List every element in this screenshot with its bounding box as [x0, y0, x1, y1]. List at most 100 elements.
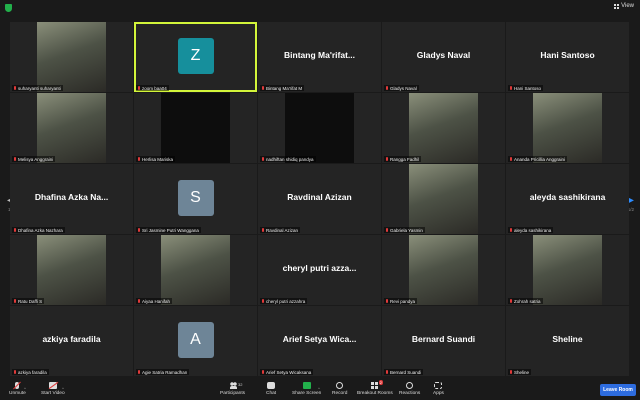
participant-tile[interactable]: A Agie Satria Ramadhan	[134, 306, 257, 376]
participant-display-name: Bintang Ma'rifat...	[284, 50, 355, 60]
participant-video-photo	[37, 235, 106, 305]
participant-tile[interactable]: aleyda sashikirana aleyda sashikirana	[506, 164, 629, 234]
top-bar: View	[0, 0, 640, 16]
participant-video-photo	[533, 235, 602, 305]
participant-name-label: Bernard Suandi	[384, 369, 424, 375]
share-screen-button[interactable]: Share Screen	[292, 382, 321, 396]
participant-tile[interactable]: Ananda Pricillia Anggraini	[506, 93, 629, 163]
record-button[interactable]: Record	[332, 382, 347, 396]
chat-button[interactable]: Chat	[266, 382, 276, 396]
participant-name-text: Gladys Naval	[390, 85, 417, 91]
muted-mic-icon	[138, 86, 140, 90]
apps-icon	[434, 382, 443, 389]
muted-mic-icon	[386, 157, 388, 161]
participant-name-text: nadhiftan shidiq pandya	[266, 156, 314, 162]
muted-mic-icon	[386, 228, 388, 232]
participant-tile[interactable]: S Sri Jasmine Putri Wanggana	[134, 164, 257, 234]
participant-video-photo	[533, 93, 602, 163]
participant-tile[interactable]: Revi pandya	[382, 235, 505, 305]
participant-video-photo	[409, 93, 478, 163]
video-off-icon	[48, 382, 57, 389]
audio-options-caret-icon[interactable]: ^	[24, 386, 26, 391]
participant-tile[interactable]: Dhafina Azka Na... Dhafina Azka Nazhara	[10, 164, 133, 234]
participant-name-label: aleyda sashikirana	[508, 227, 554, 233]
participant-tile[interactable]: Melisya Anggraini	[10, 93, 133, 163]
participant-tile[interactable]: Aiyaa Hanifah	[134, 235, 257, 305]
view-button[interactable]: View	[614, 3, 634, 9]
participant-tile[interactable]: Ravdinal Azizan Ravdinal Azizan	[258, 164, 381, 234]
participant-name-label: Zohrah satria	[508, 298, 543, 304]
participants-icon	[228, 382, 237, 389]
participant-name-label: Rangga Fadhil	[384, 156, 422, 162]
record-label: Record	[332, 391, 348, 396]
chat-label: Chat	[266, 391, 277, 396]
participant-tile[interactable]: Ratu Daffi S	[10, 235, 133, 305]
participant-name-label: suharyanti suharyanti	[12, 85, 63, 91]
participant-name-text: Gabriela Yasmin	[390, 227, 423, 233]
apps-label: Apps	[433, 391, 444, 396]
participant-name-text: Hani Santoso	[514, 85, 542, 91]
participant-name-label: Ratu Daffi S	[12, 298, 45, 304]
participant-tile[interactable]: Zohrah satria	[506, 235, 629, 305]
participant-display-name: Sheline	[552, 334, 583, 344]
participant-name-text: Ananda Pricillia Anggraini	[514, 156, 566, 162]
participant-name-label: zoom baa04	[136, 85, 169, 91]
participant-display-name: aleyda sashikirana	[529, 192, 606, 202]
muted-mic-icon	[138, 228, 140, 232]
participant-tile[interactable]: Zzoom baa04	[134, 22, 257, 92]
participant-tile[interactable]: Bernard Suandi Bernard Suandi	[382, 306, 505, 376]
participant-display-name: Hani Santoso	[540, 50, 595, 60]
muted-mic-icon	[386, 299, 388, 303]
share-options-caret-icon[interactable]: ^	[318, 386, 320, 391]
breakout-rooms-icon: 2	[370, 380, 383, 389]
muted-mic-icon	[510, 228, 512, 232]
participant-video-feed	[285, 93, 354, 163]
participant-name-label: cheryl putri azzahra	[260, 298, 308, 304]
participant-tile[interactable]: Rangga Fadhil	[382, 93, 505, 163]
participant-name-text: Bintang Ma'rifat M	[266, 85, 303, 91]
participant-tile[interactable]: azkiya faradila azkiya faradila	[10, 306, 133, 376]
participant-tile[interactable]: suharyanti suharyanti	[10, 22, 133, 92]
participant-name-text: Ratu Daffi S	[18, 298, 43, 304]
participant-tile[interactable]: Hani Santoso Hani Santoso	[506, 22, 629, 92]
participant-display-name: azkiya faradila	[42, 334, 101, 344]
participant-tile[interactable]: Bintang Ma'rifat... Bintang Ma'rifat M	[258, 22, 381, 92]
participant-name-text: Aiyaa Hanifah	[142, 298, 171, 304]
participant-display-name: Gladys Naval	[416, 50, 471, 60]
apps-button[interactable]: Apps	[433, 382, 444, 396]
participant-tile[interactable]: nadhiftan shidiq pandya	[258, 93, 381, 163]
view-label: View	[621, 3, 634, 9]
reactions-button[interactable]: Reactions	[399, 382, 420, 396]
reactions-label: Reactions	[399, 391, 421, 396]
video-options-caret-icon[interactable]: ^	[62, 386, 64, 391]
grid-view-icon	[614, 3, 620, 9]
participant-display-name: Bernard Suandi	[411, 334, 476, 344]
participant-tile[interactable]: Herlisa Mariska	[134, 93, 257, 163]
muted-mic-icon	[386, 86, 388, 90]
muted-mic-icon	[262, 157, 264, 161]
participant-name-label: Agie Satria Ramadhan	[136, 369, 190, 375]
participant-tile[interactable]: Sheline Sheline	[506, 306, 629, 376]
participant-name-label: Sheline	[508, 369, 532, 375]
muted-mic-icon	[15, 382, 20, 389]
participant-name-text: Rangga Fadhil	[390, 156, 420, 162]
participant-tile[interactable]: cheryl putri azza... cheryl putri azzahra	[258, 235, 381, 305]
leave-room-button[interactable]: Leave Room	[600, 384, 636, 396]
participant-tile[interactable]: Gladys Naval Gladys Naval	[382, 22, 505, 92]
participant-tile[interactable]: Arief Setya Wica... Arief Setya Wicaksana	[258, 306, 381, 376]
muted-mic-icon	[510, 299, 512, 303]
breakout-rooms-button[interactable]: 2 Breakout Rooms	[357, 380, 393, 396]
participant-name-text: Dhafina Azka Nazhara	[18, 227, 63, 233]
muted-mic-icon	[14, 228, 16, 232]
participant-name-text: aleyda sashikirana	[514, 227, 552, 233]
muted-mic-icon	[14, 370, 16, 374]
muted-mic-icon	[262, 228, 264, 232]
security-shield-icon[interactable]	[5, 4, 12, 12]
muted-mic-icon	[14, 299, 16, 303]
participant-name-text: Agie Satria Ramadhan	[142, 369, 188, 375]
participant-avatar: Z	[177, 38, 214, 74]
participant-tile[interactable]: Gabriela Yasmin	[382, 164, 505, 234]
muted-mic-icon	[138, 299, 140, 303]
start-video-label: Start Video	[41, 391, 65, 396]
participant-video-photo	[37, 93, 106, 163]
